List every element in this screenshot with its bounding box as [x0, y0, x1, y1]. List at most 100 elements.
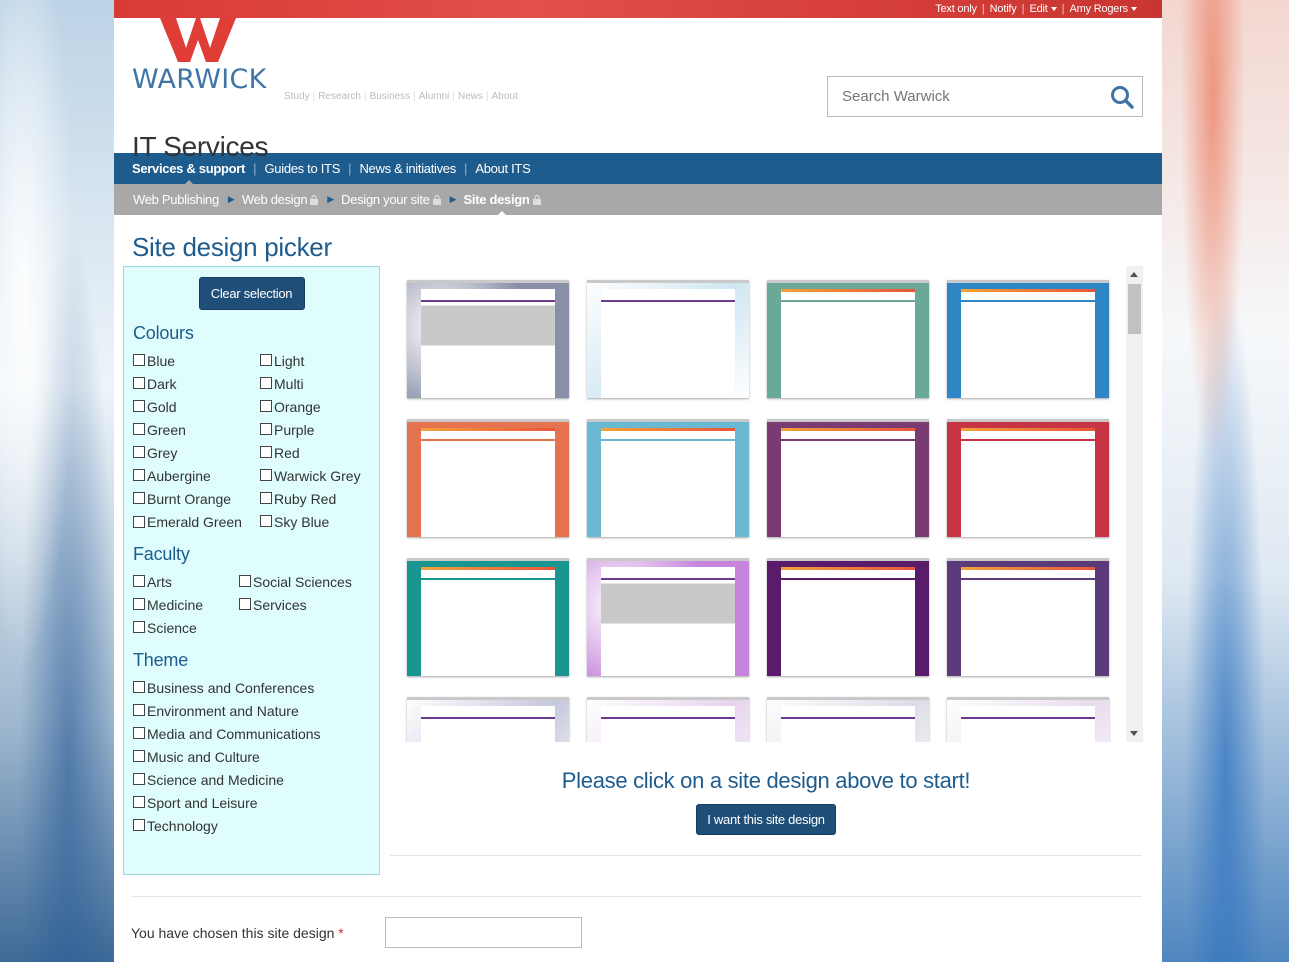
- user-menu[interactable]: Amy Rogers: [1064, 3, 1142, 15]
- design-thumbnail[interactable]: [947, 558, 1109, 676]
- design-thumbnail[interactable]: [767, 280, 929, 398]
- design-thumbnail[interactable]: [947, 697, 1109, 742]
- checkbox-box[interactable]: [133, 575, 145, 587]
- site-link-news[interactable]: News: [458, 91, 483, 102]
- nav-about-its[interactable]: About ITS: [475, 161, 530, 176]
- checkbox-medicine[interactable]: Medicine: [133, 596, 239, 614]
- checkbox-box[interactable]: [133, 423, 145, 435]
- site-title[interactable]: IT Services: [132, 131, 269, 163]
- checkbox-box[interactable]: [133, 446, 145, 458]
- crumb-web-design[interactable]: Web design: [242, 192, 319, 207]
- design-thumbnail[interactable]: [407, 280, 569, 398]
- checkbox-box[interactable]: [260, 423, 272, 435]
- nav-guides-to-its[interactable]: Guides to ITS: [264, 161, 340, 176]
- checkbox-box[interactable]: [133, 400, 145, 412]
- site-link-study[interactable]: Study: [284, 91, 310, 102]
- edit-menu[interactable]: Edit: [1024, 3, 1061, 15]
- checkbox-box[interactable]: [260, 354, 272, 366]
- design-thumbnail[interactable]: [767, 697, 929, 742]
- checkbox-box[interactable]: [133, 621, 145, 633]
- checkbox-red[interactable]: Red: [260, 444, 370, 462]
- checkbox-box[interactable]: [260, 400, 272, 412]
- scroll-down-icon[interactable]: [1130, 731, 1138, 736]
- checkbox-science[interactable]: Science: [133, 619, 239, 637]
- site-link-research[interactable]: Research: [318, 91, 361, 102]
- search-icon[interactable]: [1110, 85, 1134, 109]
- checkbox-box[interactable]: [133, 727, 145, 739]
- checkbox-light[interactable]: Light: [260, 352, 370, 370]
- warwick-logo[interactable]: WARWICK: [132, 18, 266, 113]
- nav-news-initiatives[interactable]: News & initiatives: [359, 161, 456, 176]
- design-thumbnail[interactable]: [947, 280, 1109, 398]
- design-thumbnail[interactable]: [587, 558, 749, 676]
- checkbox-ruby-red[interactable]: Ruby Red: [260, 490, 370, 508]
- design-thumbnail[interactable]: [407, 419, 569, 537]
- checkbox-box[interactable]: [133, 681, 145, 693]
- checkbox-box[interactable]: [133, 819, 145, 831]
- checkbox-box[interactable]: [133, 750, 145, 762]
- checkbox-box[interactable]: [133, 598, 145, 610]
- site-link-business[interactable]: Business: [370, 91, 411, 102]
- checkbox-emerald-green[interactable]: Emerald Green: [133, 513, 260, 531]
- checkbox-box[interactable]: [133, 704, 145, 716]
- checkbox-business-and-conferences[interactable]: Business and Conferences: [133, 679, 370, 697]
- checkbox-box[interactable]: [239, 575, 251, 587]
- search-input[interactable]: [828, 77, 1098, 116]
- notify-link[interactable]: Notify: [985, 3, 1022, 15]
- checkbox-media-and-communications[interactable]: Media and Communications: [133, 725, 370, 743]
- checkbox-grey[interactable]: Grey: [133, 444, 260, 462]
- design-thumbnail[interactable]: [947, 419, 1109, 537]
- text-only-link[interactable]: Text only: [930, 3, 982, 15]
- crumb-design-your-site[interactable]: Design your site: [341, 192, 441, 207]
- design-thumbnail[interactable]: [767, 558, 929, 676]
- gallery-scrollbar[interactable]: [1126, 266, 1143, 742]
- checkbox-purple[interactable]: Purple: [260, 421, 370, 439]
- site-link-about[interactable]: About: [492, 91, 518, 102]
- design-thumbnail[interactable]: [407, 558, 569, 676]
- checkbox-box[interactable]: [260, 377, 272, 389]
- checkbox-box[interactable]: [133, 796, 145, 808]
- checkbox-arts[interactable]: Arts: [133, 573, 239, 591]
- checkbox-services[interactable]: Services: [239, 596, 359, 614]
- site-link-alumni[interactable]: Alumni: [419, 91, 450, 102]
- checkbox-box[interactable]: [133, 469, 145, 481]
- checkbox-multi[interactable]: Multi: [260, 375, 370, 393]
- checkbox-box[interactable]: [239, 598, 251, 610]
- crumb-web-publishing[interactable]: Web Publishing: [133, 192, 219, 207]
- checkbox-burnt-orange[interactable]: Burnt Orange: [133, 490, 260, 508]
- checkbox-environment-and-nature[interactable]: Environment and Nature: [133, 702, 370, 720]
- checkbox-box[interactable]: [260, 446, 272, 458]
- checkbox-sky-blue[interactable]: Sky Blue: [260, 513, 370, 531]
- design-thumbnail[interactable]: [767, 419, 929, 537]
- scroll-thumb[interactable]: [1128, 284, 1141, 334]
- checkbox-box[interactable]: [260, 492, 272, 504]
- checkbox-box[interactable]: [133, 354, 145, 366]
- crumb-site-design[interactable]: Site design: [464, 192, 541, 216]
- chosen-design-field[interactable]: [385, 917, 582, 948]
- checkbox-science-and-medicine[interactable]: Science and Medicine: [133, 771, 370, 789]
- checkbox-aubergine[interactable]: Aubergine: [133, 467, 260, 485]
- scroll-up-icon[interactable]: [1130, 272, 1138, 277]
- checkbox-dark[interactable]: Dark: [133, 375, 260, 393]
- design-thumbnail[interactable]: [587, 697, 749, 742]
- checkbox-box[interactable]: [133, 377, 145, 389]
- checkbox-music-and-culture[interactable]: Music and Culture: [133, 748, 370, 766]
- choose-design-button[interactable]: I want this site design: [696, 804, 836, 835]
- checkbox-gold[interactable]: Gold: [133, 398, 260, 416]
- checkbox-social-sciences[interactable]: Social Sciences: [239, 573, 359, 591]
- checkbox-box[interactable]: [260, 515, 272, 527]
- checkbox-box[interactable]: [133, 773, 145, 785]
- design-thumbnail[interactable]: [587, 419, 749, 537]
- checkbox-green[interactable]: Green: [133, 421, 260, 439]
- checkbox-blue[interactable]: Blue: [133, 352, 260, 370]
- design-thumbnail[interactable]: [587, 280, 749, 398]
- checkbox-technology[interactable]: Technology: [133, 817, 370, 835]
- checkbox-sport-and-leisure[interactable]: Sport and Leisure: [133, 794, 370, 812]
- nav-services-support[interactable]: Services & support: [132, 161, 245, 185]
- checkbox-box[interactable]: [260, 469, 272, 481]
- checkbox-warwick-grey[interactable]: Warwick Grey: [260, 467, 370, 485]
- checkbox-box[interactable]: [133, 492, 145, 504]
- checkbox-orange[interactable]: Orange: [260, 398, 370, 416]
- clear-selection-button[interactable]: Clear selection: [198, 277, 305, 310]
- checkbox-box[interactable]: [133, 516, 145, 528]
